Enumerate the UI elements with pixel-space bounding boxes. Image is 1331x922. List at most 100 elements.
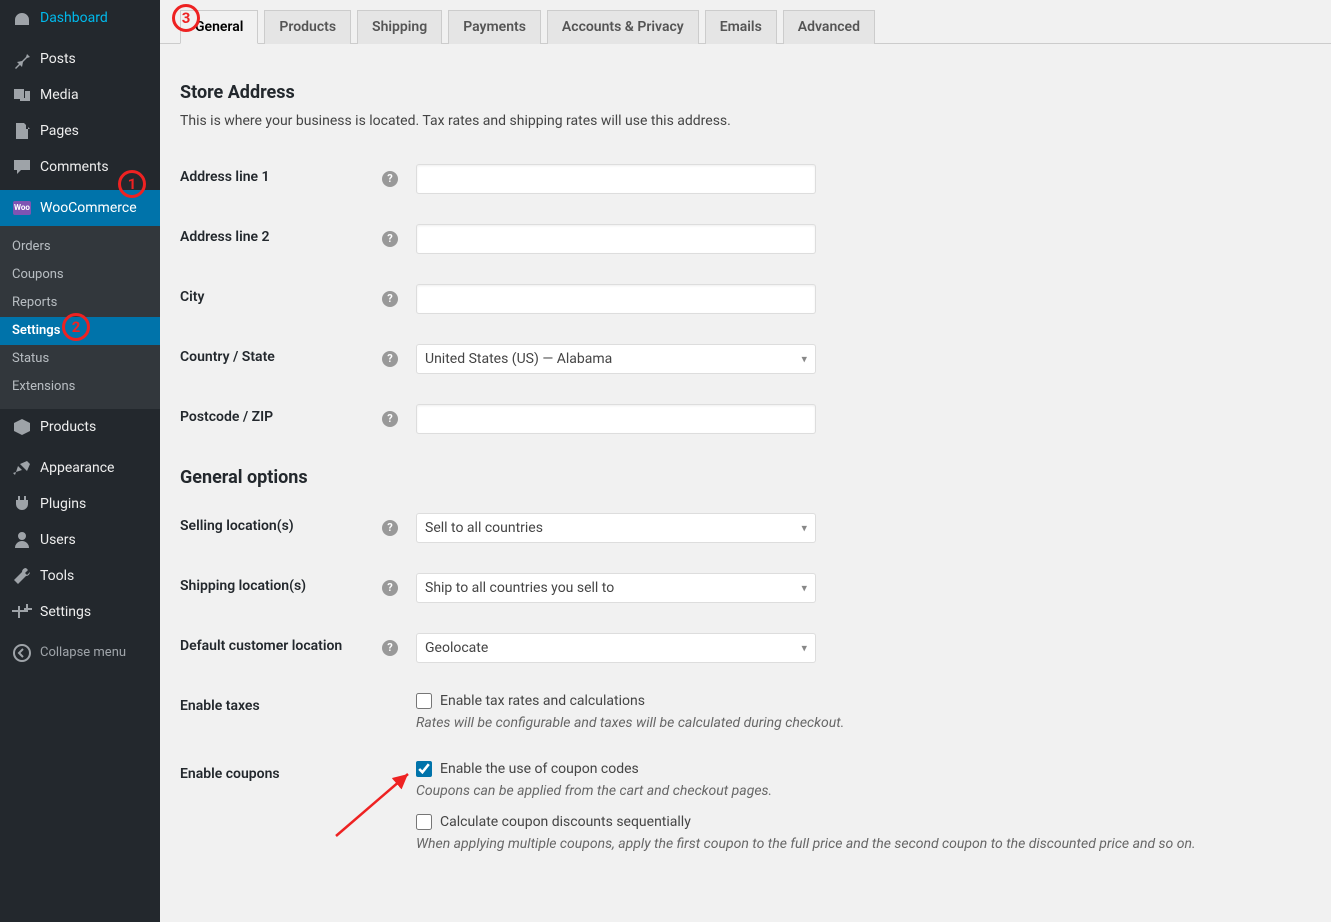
sidebar-item-label: Pages [40,122,79,140]
sidebar-submenu-woocommerce: Orders Coupons Reports Settings 2 Status… [0,226,160,409]
media-icon [12,85,32,105]
section-title-store-address: Store Address [180,82,1311,103]
sidebar-subitem-label: Coupons [12,266,64,284]
sidebar-item-settings[interactable]: Settings [0,594,160,630]
settings-icon [12,602,32,622]
sidebar-item-woocommerce[interactable]: WooWooCommerce 1 [0,190,160,226]
pin-icon [12,49,32,69]
label-address1: Address line 1 [180,149,380,209]
help-icon[interactable]: ? [382,231,398,247]
help-icon[interactable]: ? [382,291,398,307]
sidebar-item-label: Tools [40,567,74,585]
main-content: 3 General Products Shipping Payments Acc… [160,0,1331,887]
default-customer-location-select[interactable]: Geolocate [416,633,816,663]
sidebar-subitem-reports[interactable]: Reports [0,289,160,317]
label-shipping-locations: Shipping location(s) [180,558,380,618]
sidebar-item-label: Settings [40,603,91,621]
enable-taxes-checkbox-row[interactable]: Enable tax rates and calculations [416,693,1301,709]
sidebar-subitem-label: Status [12,350,49,368]
sidebar-item-label: Media [40,86,79,104]
tab-advanced[interactable]: Advanced [783,10,875,44]
help-icon[interactable]: ? [382,520,398,536]
address-line-1-input[interactable] [416,164,816,194]
sidebar-subitem-label: Orders [12,238,51,256]
help-icon[interactable]: ? [382,640,398,656]
users-icon [12,530,32,550]
woocommerce-icon: Woo [12,198,32,218]
city-input[interactable] [416,284,816,314]
sidebar-item-label: Users [40,531,76,549]
label-enable-coupons: Enable coupons [180,746,380,867]
tab-shipping[interactable]: Shipping [357,10,442,44]
sidebar-subitem-label: Reports [12,294,57,312]
sidebar-item-posts[interactable]: Posts [0,41,160,77]
calc-sequentially-checkbox-row[interactable]: Calculate coupon discounts sequentially [416,814,1301,830]
sidebar-item-media[interactable]: Media [0,77,160,113]
sidebar-subitem-status[interactable]: Status [0,345,160,373]
label-postcode: Postcode / ZIP [180,389,380,449]
sidebar-item-dashboard[interactable]: Dashboard [0,0,160,36]
enable-coupons-checkbox-row[interactable]: Enable the use of coupon codes [416,761,1301,777]
label-selling-locations: Selling location(s) [180,498,380,558]
dashboard-icon [12,8,32,28]
label-address2: Address line 2 [180,209,380,269]
plugins-icon [12,494,32,514]
sidebar-subitem-label: Settings [12,322,60,340]
sidebar-collapse-button[interactable]: Collapse menu [0,635,160,671]
enable-taxes-checkbox[interactable] [416,693,432,709]
section-desc-store-address: This is where your business is located. … [180,113,1311,129]
calc-sequentially-checkbox-label: Calculate coupon discounts sequentially [440,814,691,830]
help-icon[interactable]: ? [382,171,398,187]
enable-coupons-checkbox-label: Enable the use of coupon codes [440,761,639,777]
sidebar-item-appearance[interactable]: Appearance [0,450,160,486]
comments-icon [12,157,32,177]
sidebar-item-label: Appearance [40,459,114,477]
tab-products[interactable]: Products [264,10,351,44]
label-enable-taxes: Enable taxes [180,678,380,746]
settings-tabs: General Products Shipping Payments Accou… [180,9,1311,43]
tab-emails[interactable]: Emails [705,10,777,44]
sidebar-item-tools[interactable]: Tools [0,558,160,594]
sidebar-subitem-orders[interactable]: Orders [0,233,160,261]
tab-accounts-privacy[interactable]: Accounts & Privacy [547,10,699,44]
postcode-input[interactable] [416,404,816,434]
sidebar-subitem-extensions[interactable]: Extensions [0,373,160,401]
admin-sidebar: Dashboard Posts Media Pages Comments Woo… [0,0,160,922]
help-icon[interactable]: ? [382,411,398,427]
sidebar-item-pages[interactable]: Pages [0,113,160,149]
tab-general[interactable]: General [180,10,258,44]
products-icon [12,417,32,437]
address-line-2-input[interactable] [416,224,816,254]
sidebar-subitem-settings[interactable]: Settings 2 [0,317,160,345]
sidebar-item-comments[interactable]: Comments [0,149,160,185]
selling-locations-select[interactable]: Sell to all countries [416,513,816,543]
sidebar-subitem-coupons[interactable]: Coupons [0,261,160,289]
sidebar-item-label: Products [40,418,96,436]
help-icon[interactable]: ? [382,351,398,367]
tools-icon [12,566,32,586]
shipping-locations-select[interactable]: Ship to all countries you sell to [416,573,816,603]
calc-sequentially-desc: When applying multiple coupons, apply th… [416,836,1301,852]
appearance-icon [12,458,32,478]
enable-taxes-desc: Rates will be configurable and taxes wil… [416,715,1301,731]
sidebar-subitem-label: Extensions [12,378,75,396]
sidebar-item-label: Posts [40,50,76,68]
country-state-select[interactable]: United States (US) — Alabama [416,344,816,374]
label-city: City [180,269,380,329]
sidebar-item-label: Plugins [40,495,86,513]
label-country: Country / State [180,329,380,389]
sidebar-item-plugins[interactable]: Plugins [0,486,160,522]
tab-payments[interactable]: Payments [448,10,541,44]
label-default-customer-location: Default customer location [180,618,380,678]
sidebar-item-label: WooCommerce [40,199,137,217]
help-icon[interactable]: ? [382,580,398,596]
enable-coupons-desc: Coupons can be applied from the cart and… [416,783,1301,799]
pages-icon [12,121,32,141]
sidebar-item-users[interactable]: Users [0,522,160,558]
calc-sequentially-checkbox[interactable] [416,814,432,830]
enable-taxes-checkbox-label: Enable tax rates and calculations [440,693,645,709]
sidebar-item-products[interactable]: Products [0,409,160,445]
enable-coupons-checkbox[interactable] [416,761,432,777]
collapse-icon [12,643,32,663]
section-title-general-options: General options [180,467,1311,488]
